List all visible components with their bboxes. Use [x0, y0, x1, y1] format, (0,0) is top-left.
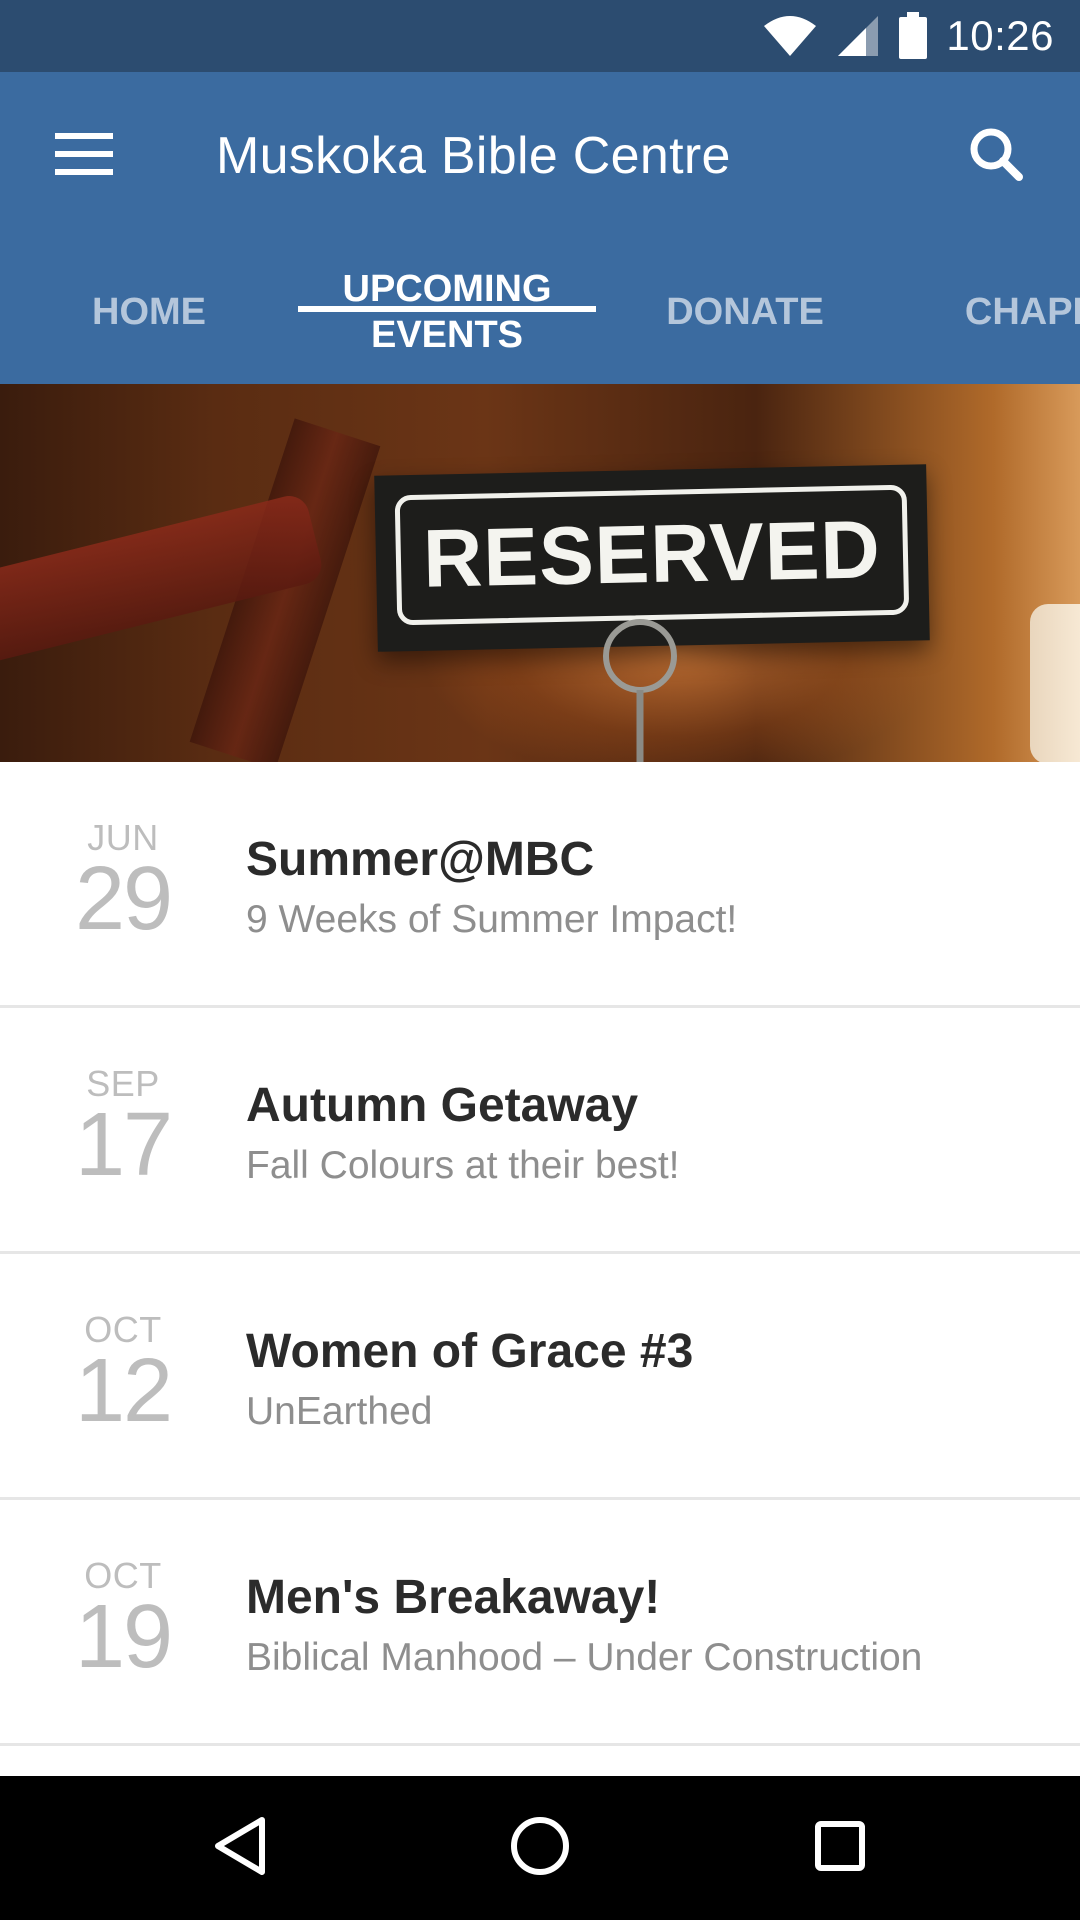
tab-home[interactable]: HOME [0, 240, 298, 384]
event-date: SEP 17 [58, 1066, 188, 1195]
event-title: Men's Breakaway! [246, 1571, 661, 1624]
event-item[interactable]: SEP 17 Autumn Getaway Fall Colours at th… [0, 1008, 1080, 1254]
event-title: Autumn Getaway [246, 1079, 639, 1132]
status-time: 10:26 [946, 12, 1054, 59]
search-icon [968, 126, 1024, 186]
event-title: Summer@MBC [246, 833, 595, 886]
event-date: OCT 19 [58, 1558, 188, 1687]
event-subtitle: 9 Weeks of Summer Impact! [246, 898, 738, 941]
event-item[interactable]: OCT 12 Women of Grace #3 UnEarthed [0, 1254, 1080, 1500]
event-day: 19 [74, 1587, 173, 1687]
event-day: 12 [74, 1341, 173, 1441]
back-button[interactable] [200, 1808, 280, 1888]
reserved-sign-text: RESERVED [422, 504, 882, 605]
back-icon [210, 1814, 270, 1882]
event-date: JUN 29 [58, 820, 188, 949]
cell-signal-icon [836, 14, 880, 58]
recents-button[interactable] [800, 1808, 880, 1888]
event-date: OCT 12 [58, 1312, 188, 1441]
menu-button[interactable] [36, 108, 132, 204]
tab-chapel[interactable]: CHAPEL [894, 240, 1080, 384]
tab-upcoming-events[interactable]: UPCOMING EVENTS [298, 240, 596, 384]
recents-icon [812, 1818, 868, 1878]
status-bar: 10:26 [0, 0, 1080, 72]
tab-bar: HOME UPCOMING EVENTS DONATE CHAPEL [0, 240, 1080, 384]
sign-holder [586, 610, 694, 762]
event-item[interactable]: JUN 29 Summer@MBC 9 Weeks of Summer Impa… [0, 762, 1080, 1008]
app-title: Muskoka Bible Centre [216, 127, 731, 185]
battery-icon [898, 12, 928, 60]
event-item[interactable]: OCT 19 Men's Breakaway! Biblical Manhood… [0, 1500, 1080, 1746]
home-button[interactable] [500, 1808, 580, 1888]
tab-indicator [298, 306, 596, 312]
app-bar: Muskoka Bible Centre HOME UPCOMING EVENT… [0, 72, 1080, 384]
hamburger-menu-icon [55, 133, 113, 179]
event-subtitle: UnEarthed [246, 1390, 433, 1433]
event-subtitle: Biblical Manhood – Under Construction [246, 1636, 923, 1679]
system-nav-bar [0, 1776, 1080, 1920]
wifi-icon [762, 14, 818, 58]
events-list: JUN 29 Summer@MBC 9 Weeks of Summer Impa… [0, 762, 1080, 1776]
event-day: 17 [74, 1095, 173, 1195]
toolbar: Muskoka Bible Centre [0, 72, 1080, 240]
home-icon [508, 1814, 572, 1882]
tab-donate[interactable]: DONATE [596, 240, 894, 384]
search-button[interactable] [948, 108, 1044, 204]
event-subtitle: Fall Colours at their best! [246, 1144, 680, 1187]
event-title: Women of Grace #3 [246, 1325, 694, 1378]
event-day: 29 [74, 849, 173, 949]
